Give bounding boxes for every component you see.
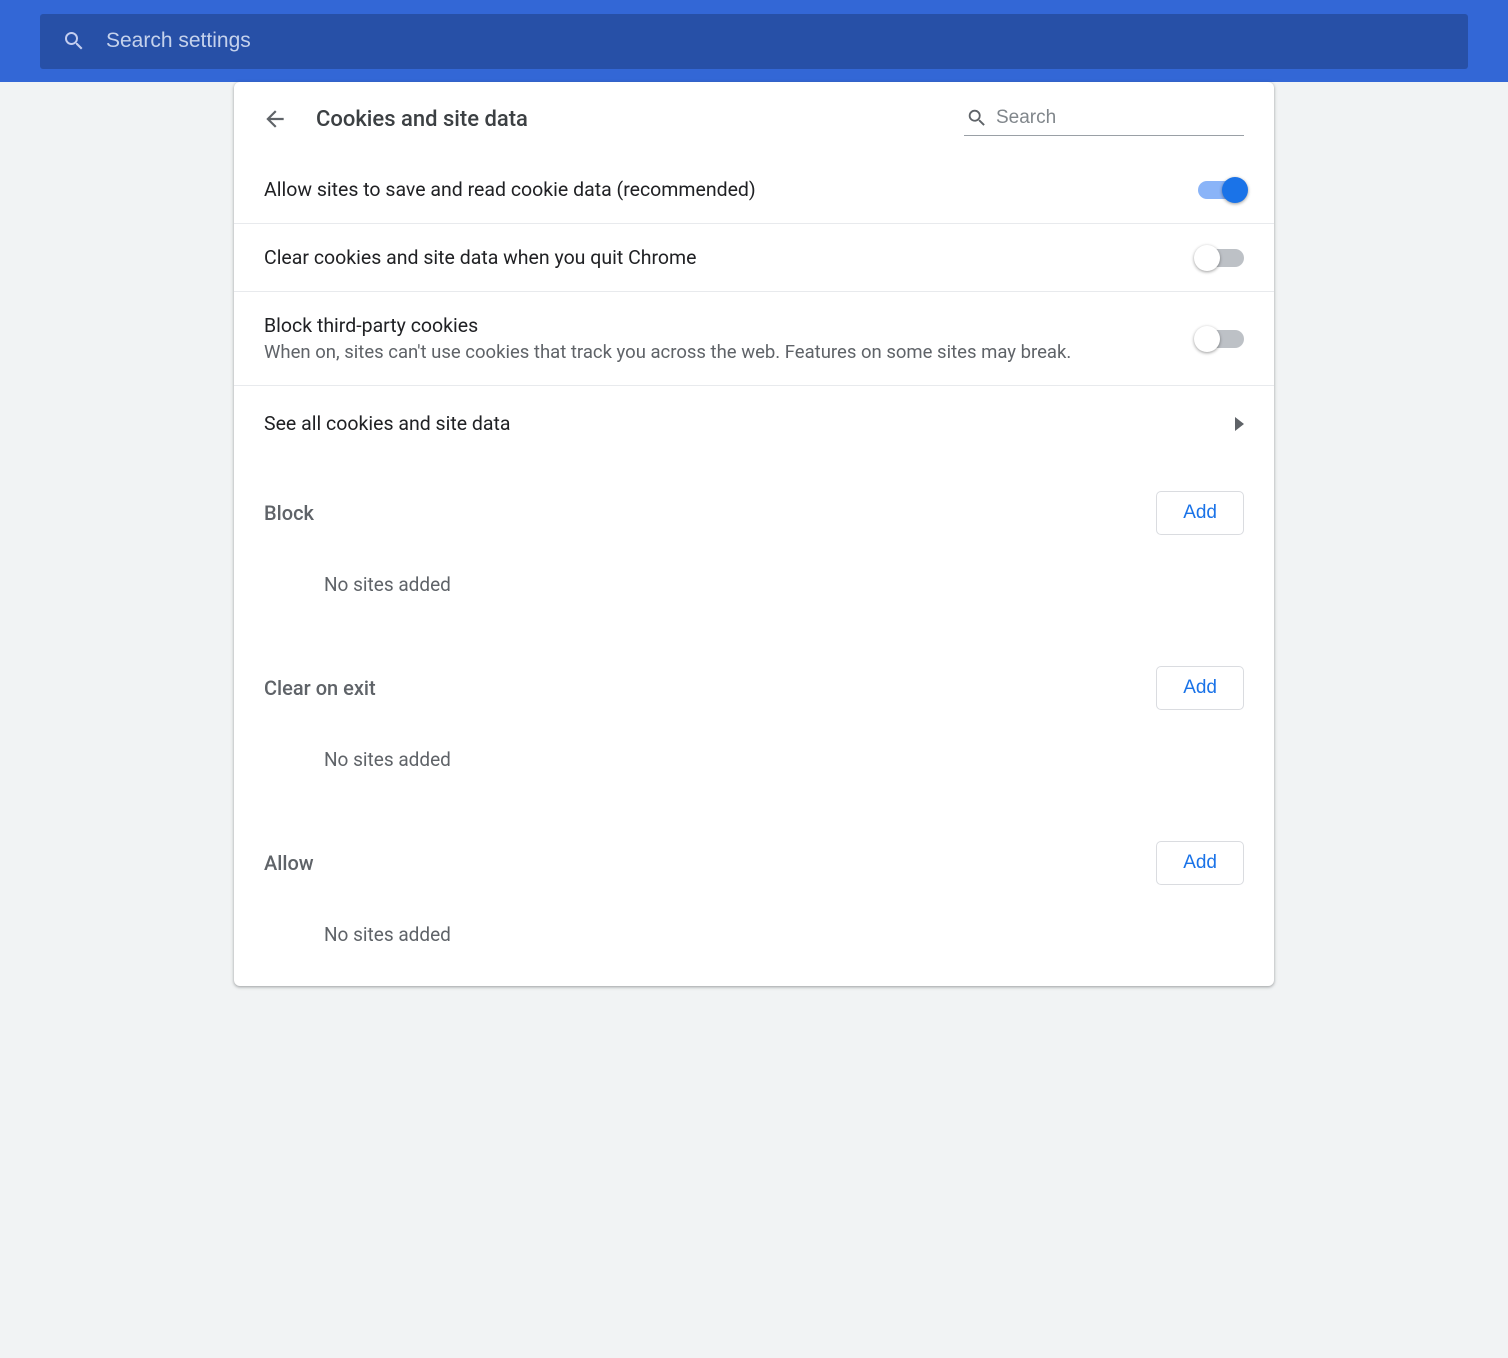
setting-label: Clear cookies and site data when you qui… [264, 246, 1178, 269]
nav-label: See all cookies and site data [264, 412, 1215, 435]
empty-state: No sites added [264, 545, 1244, 636]
setting-description: When on, sites can't use cookies that tr… [264, 341, 1178, 363]
setting-label: Block third-party cookies [264, 314, 1178, 337]
inline-search[interactable] [964, 103, 1244, 136]
setting-label: Allow sites to save and read cookie data… [264, 178, 1178, 201]
section-allow: Allow Add No sites added [234, 811, 1274, 986]
add-block-button[interactable]: Add [1156, 491, 1244, 535]
add-allow-button[interactable]: Add [1156, 841, 1244, 885]
see-all-cookies-link[interactable]: See all cookies and site data [234, 386, 1274, 461]
back-button[interactable] [256, 100, 294, 138]
setting-block-third-party: Block third-party cookies When on, sites… [234, 292, 1274, 386]
toggle-clear-on-quit[interactable] [1198, 249, 1244, 267]
section-title: Allow [264, 851, 1156, 875]
empty-state: No sites added [264, 720, 1244, 811]
chevron-right-icon [1235, 417, 1244, 431]
search-icon [62, 29, 86, 53]
settings-panel: Cookies and site data Allow sites to sav… [234, 82, 1274, 986]
section-title: Clear on exit [264, 676, 1156, 700]
section-clear-on-exit: Clear on exit Add No sites added [234, 636, 1274, 811]
inline-search-input[interactable] [996, 107, 1242, 129]
empty-state: No sites added [264, 895, 1244, 986]
setting-clear-on-quit: Clear cookies and site data when you qui… [234, 224, 1274, 292]
app-header [0, 0, 1508, 82]
arrow-left-icon [262, 106, 288, 132]
toggle-allow-cookies[interactable] [1198, 181, 1244, 199]
global-search-input[interactable] [106, 29, 1446, 53]
page-title: Cookies and site data [316, 107, 942, 132]
section-title: Block [264, 501, 1156, 525]
panel-header: Cookies and site data [234, 82, 1274, 156]
global-search-bar[interactable] [40, 14, 1468, 69]
search-icon [966, 107, 988, 129]
add-clear-on-exit-button[interactable]: Add [1156, 666, 1244, 710]
setting-allow-cookies: Allow sites to save and read cookie data… [234, 156, 1274, 224]
toggle-block-third-party[interactable] [1198, 330, 1244, 348]
section-block: Block Add No sites added [234, 461, 1274, 636]
